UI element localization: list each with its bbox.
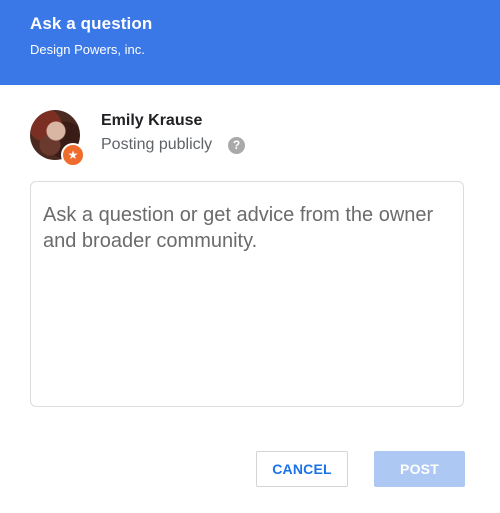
dialog-title: Ask a question [30, 14, 153, 33]
cancel-button[interactable]: CANCEL [256, 451, 348, 487]
post-button[interactable]: POST [374, 451, 465, 487]
question-placeholder: Ask a question or get advice from the ow… [43, 204, 434, 252]
user-info: ★ Emily Krause Posting publicly ? [28, 108, 468, 167]
user-name: Emily Krause [101, 112, 203, 129]
posting-visibility: Posting publicly [101, 136, 213, 153]
business-name: Design Powers, inc. [30, 42, 145, 57]
question-input[interactable]: Ask a question or get advice from the ow… [30, 181, 464, 407]
help-icon[interactable]: ? [228, 137, 245, 154]
dialog-header: Ask a question Design Powers, inc. [0, 0, 500, 85]
star-badge-icon: ★ [61, 143, 85, 167]
